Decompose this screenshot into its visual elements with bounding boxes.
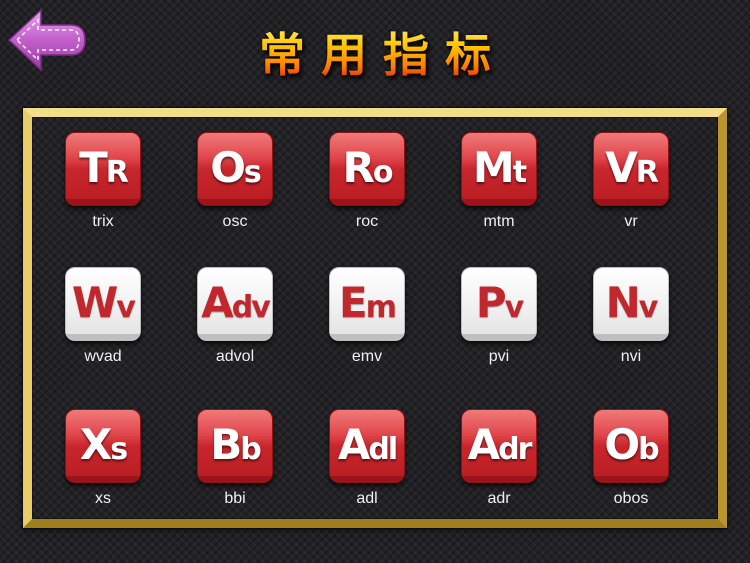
indicator-advol[interactable]: Adv advol (185, 267, 285, 377)
glyph-big-letter: T (79, 142, 108, 192)
indicator-mtm[interactable]: Mt mtm (449, 132, 549, 242)
indicator-label: xs (95, 490, 111, 507)
indicator-glyph: Nv (605, 277, 659, 327)
emv-icon[interactable]: Em (329, 267, 405, 341)
indicator-label: bbi (224, 490, 246, 507)
glyph-small-letters: t (512, 154, 527, 190)
glyph-big-letter: A (467, 419, 500, 469)
glyph-small-letters: m (365, 289, 397, 325)
pvi-icon[interactable]: Pv (461, 267, 537, 341)
indicator-glyph: Em (339, 277, 397, 327)
mtm-icon[interactable]: Mt (461, 132, 537, 206)
glyph-big-letter: W (72, 277, 118, 327)
glyph-small-letters: v (504, 289, 525, 325)
trix-icon[interactable]: TR (65, 132, 141, 206)
glyph-big-letter: V (605, 142, 637, 192)
glyph-big-letter: E (339, 277, 368, 327)
indicator-glyph: Bb (210, 419, 262, 469)
indicator-trix[interactable]: TR trix (53, 132, 153, 242)
glyph-small-letters: R (635, 154, 659, 190)
glyph-big-letter: O (604, 419, 640, 469)
indicator-label: obos (613, 490, 649, 507)
glyph-small-letters: dl (368, 431, 398, 467)
indicator-label: vr (624, 213, 638, 230)
bbi-icon[interactable]: Bb (197, 409, 273, 483)
indicator-obos[interactable]: Ob obos (581, 409, 681, 519)
indicator-bbi[interactable]: Bb bbi (185, 409, 285, 519)
indicator-label: adr (487, 490, 511, 507)
glyph-small-letters: o (372, 154, 394, 190)
indicator-label: osc (222, 213, 248, 230)
adl-icon[interactable]: Adl (329, 409, 405, 483)
indicator-glyph: Adl (337, 419, 398, 469)
indicator-glyph: VR (605, 142, 659, 192)
glyph-small-letters: dv (231, 289, 271, 325)
nvi-icon[interactable]: Nv (593, 267, 669, 341)
glyph-small-letters: v (116, 289, 136, 325)
vr-icon[interactable]: VR (593, 132, 669, 206)
indicator-xs[interactable]: Xs xs (53, 409, 153, 519)
indicator-label: emv (351, 348, 383, 365)
page-title: 常用指标 (0, 22, 750, 82)
osc-icon[interactable]: Os (197, 132, 273, 206)
indicator-label: pvi (488, 348, 510, 365)
glyph-small-letters: b (240, 431, 262, 467)
indicator-osc[interactable]: Os osc (185, 132, 285, 242)
glyph-big-letter: X (79, 419, 112, 469)
glyph-big-letter: A (201, 277, 233, 327)
obos-icon[interactable]: Ob (593, 409, 669, 483)
indicator-glyph: Os (210, 142, 262, 192)
indicator-adl[interactable]: Adl adl (317, 409, 417, 519)
indicator-label: mtm (483, 213, 515, 230)
indicator-glyph: Wv (72, 277, 136, 327)
indicator-label: trix (92, 213, 114, 230)
glyph-small-letters: R (105, 154, 129, 190)
glyph-big-letter: O (210, 142, 246, 192)
indicator-glyph: Ob (604, 419, 660, 469)
indicator-adr[interactable]: Adr adr (449, 409, 549, 519)
xs-icon[interactable]: Xs (65, 409, 141, 483)
glyph-small-letters: b (638, 431, 660, 467)
glyph-small-letters: dr (498, 431, 532, 467)
indicator-glyph: Pv (475, 277, 525, 327)
glyph-small-letters: s (243, 154, 262, 190)
indicator-glyph: Mt (472, 142, 527, 192)
indicator-label: advol (215, 348, 255, 365)
wvad-icon[interactable]: Wv (65, 267, 141, 341)
indicator-glyph: TR (79, 142, 129, 192)
indicator-wvad[interactable]: Wv wvad (53, 267, 153, 377)
glyph-big-letter: M (472, 142, 515, 192)
glyph-big-letter: A (337, 419, 370, 469)
indicator-label: roc (355, 213, 379, 230)
indicator-nvi[interactable]: Nv nvi (581, 267, 681, 377)
indicator-vr[interactable]: VR vr (581, 132, 681, 242)
indicator-glyph: Xs (79, 419, 128, 469)
indicator-label: nvi (620, 348, 642, 365)
glyph-small-letters: s (110, 431, 128, 467)
glyph-big-letter: R (342, 142, 375, 192)
indicator-glyph: Adv (201, 277, 271, 327)
indicator-emv[interactable]: Em emv (317, 267, 417, 377)
indicator-roc[interactable]: Ro roc (317, 132, 417, 242)
adr-icon[interactable]: Adr (461, 409, 537, 483)
indicator-glyph: Adr (467, 419, 533, 469)
indicator-glyph: Ro (342, 142, 394, 192)
indicator-label: adl (356, 490, 378, 507)
indicator-pvi[interactable]: Pv pvi (449, 267, 549, 377)
advol-icon[interactable]: Adv (197, 267, 273, 341)
glyph-big-letter: P (475, 277, 507, 327)
glyph-big-letter: N (605, 277, 641, 327)
glyph-small-letters: v (638, 289, 659, 325)
glyph-big-letter: B (210, 419, 242, 469)
roc-icon[interactable]: Ro (329, 132, 405, 206)
indicator-label: wvad (84, 348, 122, 365)
